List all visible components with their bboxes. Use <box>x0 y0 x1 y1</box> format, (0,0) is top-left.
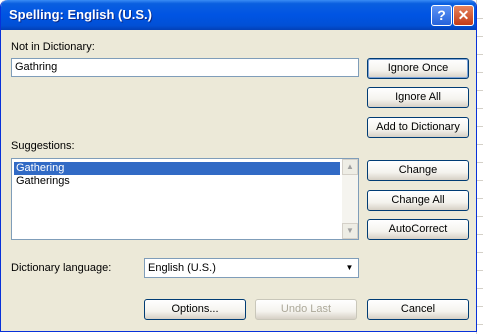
suggestions-list[interactable]: Gathering Gatherings ▲ ▼ <box>11 158 359 240</box>
autocorrect-button[interactable]: AutoCorrect <box>367 219 469 240</box>
list-item[interactable]: Gatherings <box>14 175 340 188</box>
dictionary-language-label: Dictionary language: <box>11 262 112 274</box>
list-item[interactable]: Gathering <box>14 162 340 175</box>
cancel-button[interactable]: Cancel <box>367 299 469 320</box>
undo-last-button[interactable]: Undo Last <box>255 299 357 320</box>
spelling-dialog: Spelling: English (U.S.) ? ✕ Not in Dict… <box>0 0 477 332</box>
change-button[interactable]: Change <box>367 160 469 181</box>
not-in-dictionary-field[interactable]: Gathring <box>11 58 359 77</box>
dictionary-language-value: English (U.S.) <box>148 262 216 274</box>
scroll-down-arrow-icon[interactable]: ▼ <box>342 223 358 239</box>
ignore-all-button[interactable]: Ignore All <box>367 87 469 108</box>
question-mark-icon: ? <box>437 7 446 23</box>
close-icon: ✕ <box>457 7 470 23</box>
scroll-up-arrow-icon[interactable]: ▲ <box>342 159 358 175</box>
background-sheet-strip <box>476 0 483 334</box>
change-all-button[interactable]: Change All <box>367 190 469 211</box>
title-bar[interactable]: Spelling: English (U.S.) ? ✕ <box>1 0 476 30</box>
suggestions-scrollbar[interactable]: ▲ ▼ <box>342 159 358 239</box>
options-button[interactable]: Options... <box>144 299 246 320</box>
chevron-down-icon[interactable]: ▼ <box>342 260 357 276</box>
not-in-dictionary-label: Not in Dictionary: <box>11 41 95 53</box>
suggestions-label: Suggestions: <box>11 140 75 152</box>
ignore-once-button[interactable]: Ignore Once <box>367 58 469 79</box>
dictionary-language-select[interactable]: English (U.S.) ▼ <box>144 258 359 278</box>
close-button[interactable]: ✕ <box>453 5 474 26</box>
dialog-title: Spelling: English (U.S.) <box>9 7 152 22</box>
add-to-dictionary-button[interactable]: Add to Dictionary <box>367 117 469 138</box>
help-button[interactable]: ? <box>431 5 452 26</box>
